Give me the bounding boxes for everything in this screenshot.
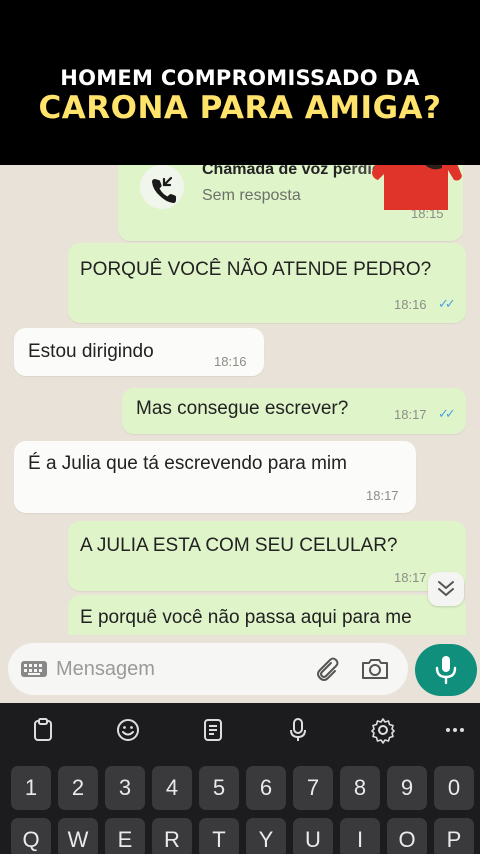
keyboard-toolbar <box>0 703 480 757</box>
message-time: 18:17 <box>394 570 427 585</box>
message-bubble-outgoing[interactable]: E porquê você não passa aqui para me <box>68 595 466 635</box>
key-7[interactable]: 7 <box>293 766 333 810</box>
key-p[interactable]: P <box>434 818 474 854</box>
message-bubble-outgoing[interactable]: Mas consegue escrever? 18:17 ✓✓ <box>122 388 466 434</box>
video-caption-banner: HOMEM COMPROMISSADO DA CARONA PARA AMIGA… <box>0 0 480 165</box>
message-bubble-outgoing[interactable]: PORQUÊ VOCÊ NÃO ATENDE PEDRO? 18:16 ✓✓ <box>68 243 466 323</box>
message-time: 18:16 <box>214 354 247 369</box>
call-status: Sem resposta <box>202 187 301 204</box>
message-text: PORQUÊ VOCÊ NÃO ATENDE PEDRO? <box>80 259 432 280</box>
message-text: E porquê você não passa aqui para me <box>80 607 412 628</box>
read-receipt-icon: ✓✓ <box>438 406 456 421</box>
message-time: 18:17 <box>366 488 399 503</box>
key-9[interactable]: 9 <box>387 766 427 810</box>
on-screen-keyboard: 1 2 3 4 5 6 7 8 9 0 Q W E R T Y U I O P <box>0 703 480 854</box>
message-time: 18:16 <box>394 297 427 312</box>
message-text: Estou dirigindo <box>28 341 154 362</box>
caption-line-2: CARONA PARA AMIGA? <box>38 90 442 126</box>
missed-call-icon <box>140 165 184 209</box>
voice-message-button[interactable] <box>415 644 477 696</box>
message-bubble-incoming[interactable]: Estou dirigindo 18:16 <box>14 328 264 376</box>
camera-icon[interactable] <box>360 655 390 683</box>
read-receipt-icon: ✓✓ <box>438 296 456 311</box>
composer-pill[interactable] <box>8 643 408 695</box>
keyboard-icon[interactable] <box>20 657 48 681</box>
key-u[interactable]: U <box>293 818 333 854</box>
scroll-to-bottom-button[interactable] <box>428 572 464 606</box>
voice-input-icon[interactable] <box>283 715 313 745</box>
notes-icon[interactable] <box>198 715 228 745</box>
key-y[interactable]: Y <box>246 818 286 854</box>
key-e[interactable]: E <box>105 818 145 854</box>
message-text: É a Julia que tá escrevendo para mim <box>28 453 347 474</box>
chat-conversation[interactable]: Chamada de voz perdida Sem resposta 18:1… <box>0 165 480 635</box>
key-5[interactable]: 5 <box>199 766 239 810</box>
settings-gear-icon[interactable] <box>368 715 398 745</box>
key-q[interactable]: Q <box>11 818 51 854</box>
message-input[interactable] <box>56 655 296 683</box>
microphone-icon <box>435 656 457 685</box>
key-t[interactable]: T <box>199 818 239 854</box>
caption-line-1: HOMEM COMPROMISSADO DA <box>60 66 420 90</box>
key-w[interactable]: W <box>58 818 98 854</box>
more-options-icon[interactable] <box>440 715 470 745</box>
key-6[interactable]: 6 <box>246 766 286 810</box>
message-bubble-outgoing[interactable]: A JULIA ESTA COM SEU CELULAR? 18:17 <box>68 521 466 591</box>
key-o[interactable]: O <box>387 818 427 854</box>
call-title: Chamada de voz perdida <box>202 165 391 178</box>
key-2[interactable]: 2 <box>58 766 98 810</box>
key-4[interactable]: 4 <box>152 766 192 810</box>
key-r[interactable]: R <box>152 818 192 854</box>
clipboard-icon[interactable] <box>28 715 58 745</box>
paperclip-icon[interactable] <box>312 655 340 683</box>
message-time: 18:17 <box>394 407 427 422</box>
emoji-icon[interactable] <box>113 715 143 745</box>
key-i[interactable]: I <box>340 818 380 854</box>
message-text: A JULIA ESTA COM SEU CELULAR? <box>80 535 398 556</box>
presenter-video-overlay <box>370 165 470 210</box>
key-0[interactable]: 0 <box>434 766 474 810</box>
message-text: Mas consegue escrever? <box>136 398 349 419</box>
key-3[interactable]: 3 <box>105 766 145 810</box>
double-chevron-down-icon <box>438 581 454 596</box>
key-8[interactable]: 8 <box>340 766 380 810</box>
message-composer <box>0 635 480 703</box>
key-1[interactable]: 1 <box>11 766 51 810</box>
message-bubble-incoming[interactable]: É a Julia que tá escrevendo para mim 18:… <box>14 441 416 513</box>
